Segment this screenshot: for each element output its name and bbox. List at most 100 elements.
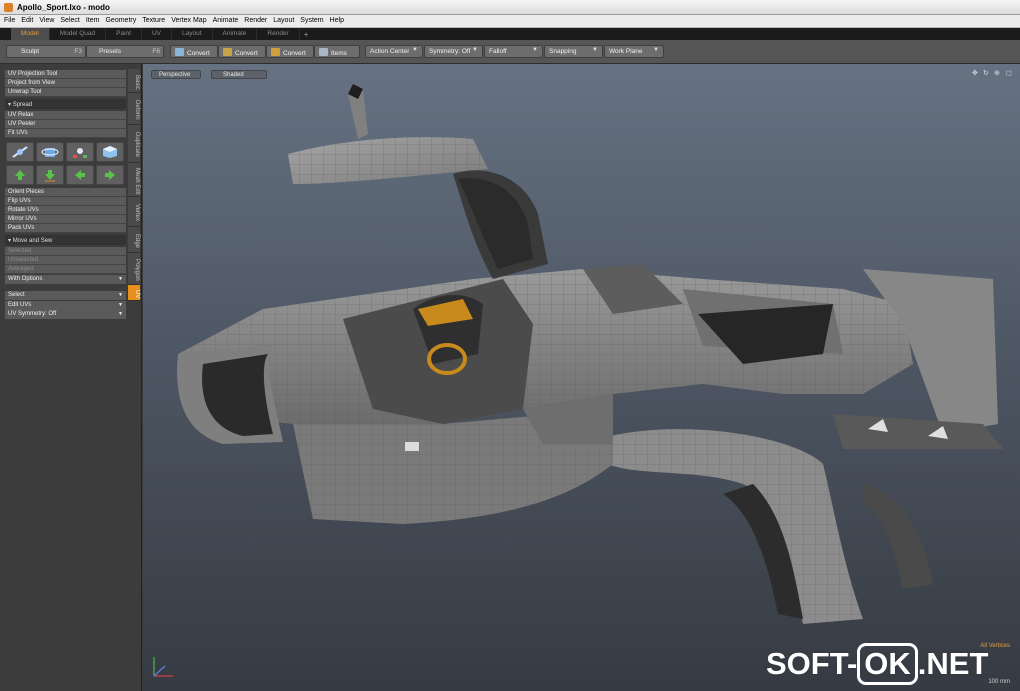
convert-button-3[interactable]: Convert <box>266 45 314 58</box>
chevron-down-icon: ▼ <box>118 276 123 282</box>
spread-section[interactable]: ▾ Spread <box>5 99 126 109</box>
side-tab-vertex[interactable]: Vertex <box>128 197 140 227</box>
tab-layout[interactable]: Layout <box>172 28 213 40</box>
tab-paint[interactable]: Paint <box>106 28 142 40</box>
with-options-label: With Options <box>8 276 43 282</box>
items-icon <box>319 48 328 56</box>
mirror-uvs-button[interactable]: Mirror UVs <box>5 215 126 224</box>
menu-system[interactable]: System <box>300 17 323 27</box>
tab-model[interactable]: Model <box>11 28 50 40</box>
car-model-render <box>177 84 1003 624</box>
tab-render[interactable]: Render <box>257 28 300 40</box>
side-tab-duplicate[interactable]: Duplicate <box>128 125 140 163</box>
snapping-dropdown[interactable]: Snapping ▼ <box>544 45 603 58</box>
project-from-view-button[interactable]: Project from View <box>5 79 126 88</box>
orient-pieces-button[interactable]: Orient Pieces <box>5 188 126 197</box>
menu-view[interactable]: View <box>39 17 54 27</box>
uv-peeler-button[interactable]: UV Peeler <box>5 120 126 129</box>
menu-help[interactable]: Help <box>330 17 344 27</box>
presets-shortcut: F6 <box>152 48 160 55</box>
scale-tool-icon <box>73 148 87 158</box>
menu-geometry[interactable]: Geometry <box>105 17 136 27</box>
uv-projection-tool-button[interactable]: UV Projection Tool <box>5 70 126 79</box>
convert-button-1[interactable]: Convert <box>170 45 218 58</box>
menu-select[interactable]: Select <box>60 17 79 27</box>
edit-uvs-dropdown[interactable]: Edit UVs ▼ <box>5 301 126 310</box>
convert-icon <box>223 48 232 56</box>
arrow-down-icon <box>45 170 55 182</box>
menu-item[interactable]: Item <box>86 17 100 27</box>
convert-label-1: Convert <box>187 50 210 57</box>
axis-gizmo-icon <box>153 657 173 677</box>
tab-animate[interactable]: Animate <box>213 28 258 40</box>
menu-vertex-map[interactable]: Vertex Map <box>171 17 206 27</box>
sew-unselected-button[interactable]: Unselected <box>5 256 126 265</box>
side-tab-basic[interactable]: Basic <box>128 69 140 93</box>
convert-label-2: Convert <box>235 50 258 57</box>
action-center-dropdown[interactable]: Action Center ▼ <box>365 45 423 58</box>
uv-symmetry-dropdown[interactable]: UV Symmetry: Off ▼ <box>5 310 126 319</box>
move-and-sew-label: Move and Sew <box>12 238 53 244</box>
move-and-sew-section[interactable]: ▾ Move and Sew <box>5 235 126 245</box>
menu-file[interactable]: File <box>4 17 15 27</box>
tab-uv[interactable]: UV <box>142 28 172 40</box>
uv-relax-button[interactable]: UV Relax <box>5 111 126 120</box>
move-left-button[interactable] <box>66 165 94 185</box>
move-up-button[interactable] <box>6 165 34 185</box>
sew-selected-button[interactable]: Selected <box>5 247 126 256</box>
uv-transform-tool-button[interactable] <box>6 142 34 162</box>
fit-uvs-button[interactable]: Fit UVs <box>5 129 126 138</box>
uv-scale-tool-button[interactable] <box>66 142 94 162</box>
side-tab-deform[interactable]: Deform <box>128 93 140 125</box>
items-button[interactable]: Items <box>314 45 360 58</box>
presets-button[interactable]: Presets F6 <box>86 45 164 58</box>
menu-edit[interactable]: Edit <box>21 17 33 27</box>
watermark-left: SOFT- <box>766 646 858 681</box>
watermark-right: .NET <box>917 646 989 681</box>
app-window: Apollo_Sport.lxo - modo File Edit View S… <box>0 0 1020 691</box>
chevron-down-icon: ▼ <box>412 47 418 53</box>
select-label: Select <box>8 292 25 298</box>
side-tab-mesh-edit[interactable]: Mesh Edit <box>128 163 140 197</box>
menu-animate[interactable]: Animate <box>213 17 239 27</box>
unwrap-tool-button[interactable]: Unwrap Tool <box>5 88 126 97</box>
falloff-dropdown[interactable]: Falloff ▼ <box>484 45 543 58</box>
pack-uvs-button[interactable]: Pack UVs <box>5 224 126 233</box>
select-dropdown[interactable]: Select ▼ <box>5 291 126 300</box>
sculpt-button[interactable]: Sculpt F3 <box>6 45 86 58</box>
move-right-button[interactable] <box>96 165 124 185</box>
3d-viewport[interactable]: Perspective Shaded ✥ ↻ ⊕ ◻ All Vertices … <box>143 64 1020 691</box>
uv-box-tool-button[interactable] <box>96 142 124 162</box>
add-tab-button[interactable]: + <box>300 29 313 39</box>
with-options-dropdown[interactable]: With Options ▼ <box>5 275 126 284</box>
chevron-down-icon: ▼ <box>118 311 123 317</box>
side-tab-polygon[interactable]: Polygon <box>128 253 140 285</box>
side-tab-strip: Basic Deform Duplicate Mesh Edit Vertex … <box>128 69 141 669</box>
arrow-left-icon <box>75 170 85 180</box>
uv-rotate-tool-button[interactable] <box>36 142 64 162</box>
menu-texture[interactable]: Texture <box>142 17 165 27</box>
side-tab-uv[interactable]: UV <box>128 285 140 301</box>
sew-averaged-button[interactable]: Averaged <box>5 265 126 274</box>
falloff-label: Falloff <box>489 48 507 55</box>
items-label: Items <box>331 50 347 57</box>
layout-tab-bar: Model Model Quad Paint UV Layout Animate… <box>0 28 1020 40</box>
menu-layout[interactable]: Layout <box>273 17 294 27</box>
side-tab-edge[interactable]: Edge <box>128 227 140 253</box>
window-title: Apollo_Sport.lxo - modo <box>17 3 110 12</box>
chevron-down-icon: ▼ <box>592 47 598 53</box>
site-watermark-logo: SOFT- OK .NET <box>766 643 988 685</box>
flip-uvs-button[interactable]: Flip UVs <box>5 197 126 206</box>
move-down-button[interactable] <box>36 165 64 185</box>
arrow-up-icon <box>15 170 25 180</box>
convert-label-3: Convert <box>283 50 306 57</box>
rotate-uvs-button[interactable]: Rotate UVs <box>5 206 126 215</box>
symmetry-dropdown[interactable]: Symmetry: Off ▼ <box>424 45 483 58</box>
chevron-down-icon: ▼ <box>472 47 478 53</box>
tab-model-quad[interactable]: Model Quad <box>50 28 107 40</box>
sculpt-label: Sculpt <box>21 48 40 55</box>
menu-render[interactable]: Render <box>244 17 267 27</box>
work-plane-dropdown[interactable]: Work Plane ▼ <box>604 45 664 58</box>
uv-symmetry-label: UV Symmetry: Off <box>8 311 57 317</box>
convert-button-2[interactable]: Convert <box>218 45 266 58</box>
